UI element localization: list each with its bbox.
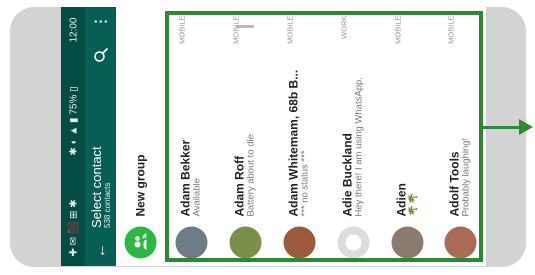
system-icons: ✱ ◐ ▲ ▮ 75% ▯ <box>67 85 79 156</box>
group-add-icon <box>124 226 156 258</box>
back-arrow-icon[interactable]: ← <box>92 236 109 258</box>
callout-arrow-icon <box>519 119 533 135</box>
clock: 12:00 <box>67 17 79 43</box>
battery-level: 75% <box>67 94 79 115</box>
more-options-icon[interactable]: ⋮ <box>92 15 109 29</box>
new-group-row[interactable]: New group <box>116 7 164 266</box>
callout-line <box>482 126 520 129</box>
new-group-label: New group <box>133 154 147 216</box>
notification-icons: ✚ ✉ ⬛ ⊞ ✱ <box>67 198 79 256</box>
contact-count: 538 contacts <box>102 182 112 228</box>
app-bar: ← Select contact 538 contacts ⋮ <box>85 7 116 266</box>
status-bar: ✚ ✉ ⬛ ⊞ ✱ ✱ ◐ ▲ ▮ 75% ▯ 12:00 <box>61 7 85 266</box>
search-icon[interactable] <box>93 47 109 63</box>
highlight-frame <box>165 11 483 262</box>
page-title: Select contact <box>88 146 104 228</box>
